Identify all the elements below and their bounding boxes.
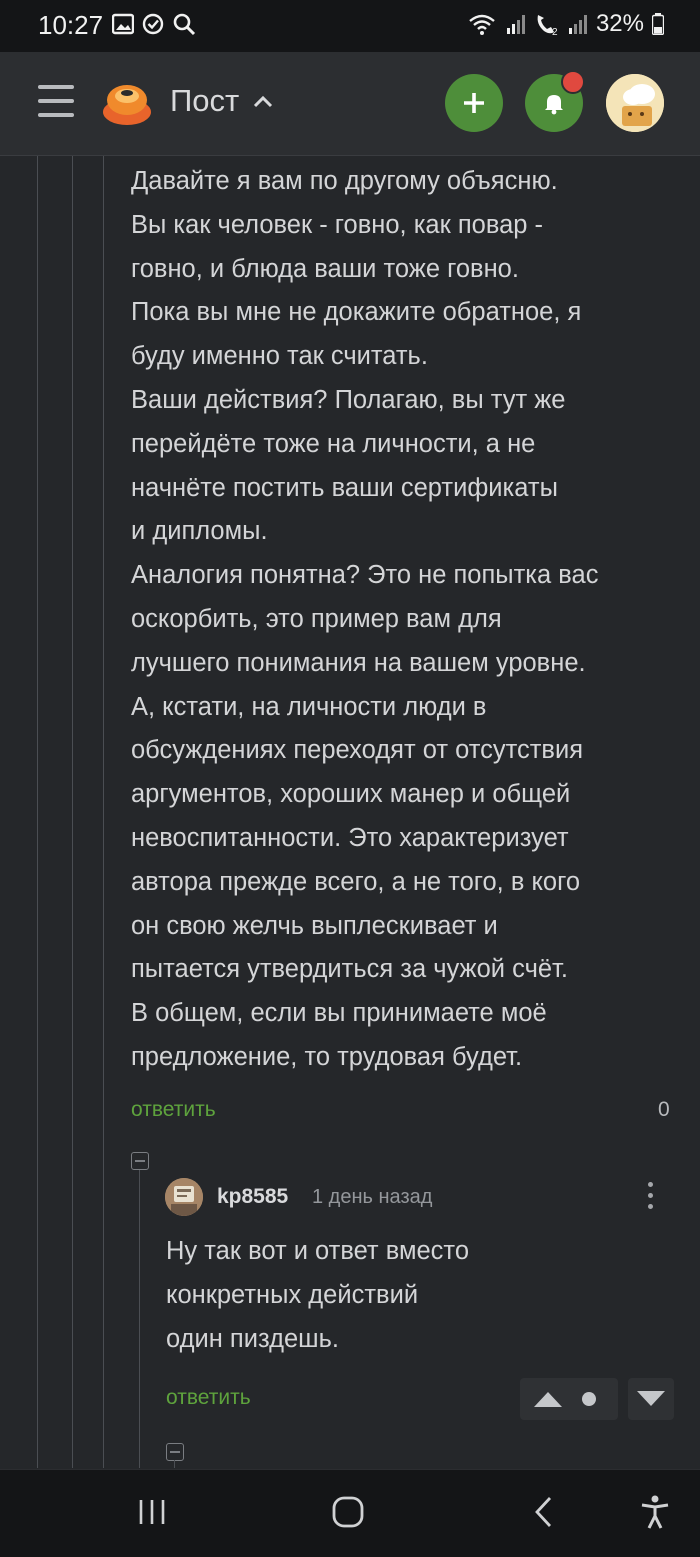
collapse-thread-button[interactable] [131,1152,149,1170]
comment-line: Аналогия понятна? Это не попытка вас [131,561,599,590]
reply-body: Ну так вот и ответ вместо конкретных дей… [166,1230,666,1361]
comment-line: начнёте постить ваши сертификаты [131,473,558,502]
accessibility-icon[interactable] [639,1494,671,1530]
bell-icon [545,95,563,115]
comment-line: обсуждениях переходят от отсутствия [131,736,584,765]
comment-line: предложение, то трудовая будет. [131,1042,523,1071]
comment-author[interactable]: kp8585 [217,1185,288,1209]
more-options-icon[interactable] [640,1182,660,1214]
add-post-button[interactable] [445,74,503,132]
wifi-icon [469,14,495,35]
comment-line: пытается утвердиться за чужой счёт. [131,955,568,984]
downvote-icon [637,1391,665,1406]
thread-line[interactable] [139,1170,140,1468]
comment-body: Давайте я вам по другому объясню. Вы как… [131,160,691,1080]
comment-line: он свою желчь выплескивает и [131,911,498,940]
chevron-up-icon [254,95,273,108]
check-circle-icon [142,13,164,35]
comment-line: автора прежде всего, а не того, в кого [131,867,581,896]
thread-line[interactable] [72,156,73,1468]
reply-line: один пиздешь. [166,1324,339,1353]
collapse-thread-button[interactable] [166,1443,184,1461]
comment-line: Пока вы мне не докажите обратное, я [131,298,582,327]
profile-avatar[interactable] [606,74,664,132]
comment-timestamp[interactable]: 1 день назад [312,1186,432,1209]
app-header: Пост [0,52,700,156]
comment-line: перейдёте тоже на личности, а не [131,429,536,458]
logo-icon[interactable] [100,78,154,128]
comment-line: и дипломы. [131,517,268,546]
status-bar: 10:27 2 32% [0,0,700,52]
reply-button[interactable]: ответить [166,1386,251,1410]
thread-line[interactable] [37,156,38,1468]
rating-dot-icon [582,1392,596,1406]
search-status-icon [173,13,196,36]
comment-line: лучшего понимания на вашем уровне. [131,648,586,677]
user-avatar-icon [165,1178,203,1216]
comment-line: буду именно так считать. [131,342,428,371]
avatar[interactable] [165,1178,203,1216]
comment-line: Давайте я вам по другому объясню. [131,167,558,195]
vote-controls [520,1378,618,1420]
comment-line: оскорбить, это пример вам для [131,604,502,633]
battery-percent: 32% [595,10,644,37]
home-icon[interactable] [331,1495,365,1529]
chef-avatar-icon [606,74,664,132]
reply-line: конкретных действий [166,1280,419,1309]
page-title[interactable]: Пост [170,83,273,119]
gallery-icon [112,13,134,35]
downvote-button[interactable] [628,1378,674,1420]
signal-icon-2 [568,15,587,34]
reply-button[interactable]: ответить [131,1098,216,1122]
svg-text:2: 2 [552,27,558,36]
comment-line: Ваши действия? Полагаю, вы тут же [131,385,566,414]
plus-icon [464,93,484,113]
comment-score: 0 [658,1098,670,1121]
status-left-icons [112,12,196,36]
menu-icon[interactable] [38,85,74,119]
wifi-call-icon: 2 [537,15,558,36]
back-icon[interactable] [532,1495,556,1529]
battery-icon [652,13,664,35]
notifications-button[interactable] [525,70,585,132]
signal-icon-1 [506,15,525,34]
comment-line: говно, и блюда ваши тоже говно. [131,254,519,283]
upvote-icon[interactable] [532,1388,564,1410]
thread-line[interactable] [174,1460,175,1468]
comment-line: невоспитанности. Это характеризует [131,823,569,852]
system-nav-bar [0,1469,700,1557]
comment-line: А, кстати, на личности люди в [131,692,487,721]
status-time: 10:27 [38,10,104,40]
page-title-text: Пост [170,83,240,118]
recent-apps-icon[interactable] [137,1497,167,1527]
comment-line: аргументов, хороших манер и общей [131,780,571,809]
notification-badge [561,70,585,94]
comment-line: Вы как человек - говно, как повар - [131,210,544,239]
comment-line: В общем, если вы принимаете моё [131,999,547,1028]
status-right-icons: 2 32% [468,10,664,38]
reply-line: Ну так вот и ответ вместо [166,1237,469,1265]
thread-line[interactable] [103,156,104,1468]
